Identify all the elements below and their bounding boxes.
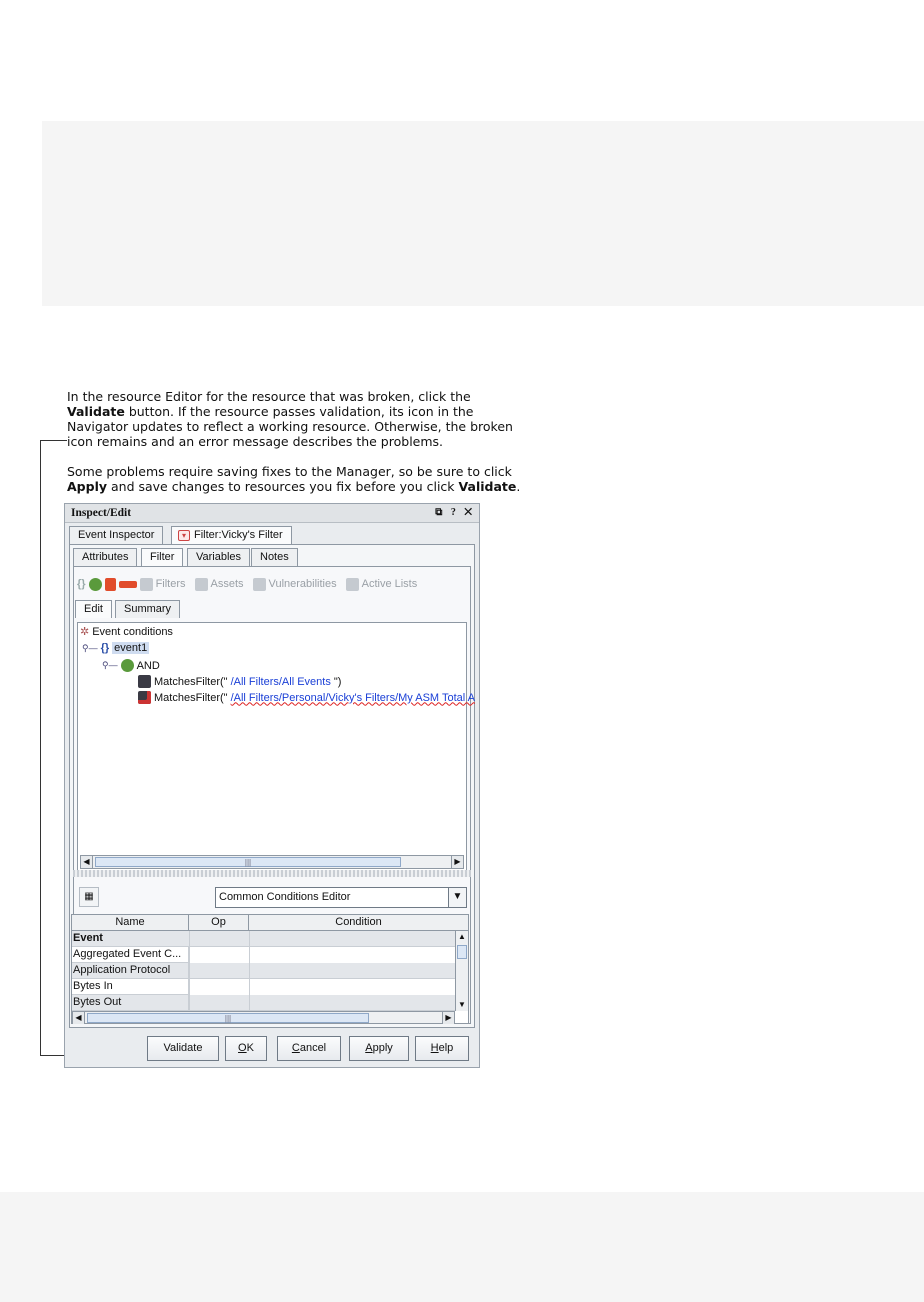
active-lists-icon[interactable] [345, 577, 359, 591]
bottom-gray-band [0, 1192, 924, 1302]
grid-header-condition[interactable]: Condition [249, 915, 468, 931]
chevron-down-icon[interactable]: ▼ [448, 888, 466, 907]
toolbar-vulnerabilities[interactable]: Vulnerabilities [269, 578, 337, 590]
conditions-editor-select[interactable]: Common Conditions Editor ▼ [215, 887, 467, 908]
conditions-grid: Name Op Condition Event Aggregated Event… [71, 914, 469, 1024]
grid-row-bg [189, 963, 455, 979]
help-button[interactable]: Help [415, 1036, 469, 1061]
curly-braces-icon: {} [100, 642, 110, 654]
grid-row-aggregated[interactable]: Aggregated Event C... [72, 947, 189, 963]
conditions-tree: ✲ Event conditions ⚲— {} event1 ⚲— AND M… [77, 622, 475, 872]
tab-variables[interactable]: Variables [187, 548, 251, 566]
conditions-editor-icon[interactable]: ▦ [79, 887, 99, 907]
apply-button[interactable]: Apply [349, 1036, 409, 1061]
callout-text: In the resource Editor for the resource … [67, 389, 527, 509]
grid-vertical-scrollbar[interactable]: ▲ ▼ [455, 931, 468, 1011]
scroll-thumb[interactable] [457, 945, 467, 959]
filter-icon: ▾ [178, 530, 190, 541]
scroll-left-icon[interactable]: ◀ [73, 1012, 85, 1024]
tab-event-inspector[interactable]: Event Inspector [69, 526, 164, 544]
tab-vickys-filter[interactable]: ▾ Filter:Vicky's Filter [171, 526, 292, 544]
tab-notes[interactable]: Notes [251, 548, 298, 566]
tab-edit[interactable]: Edit [75, 600, 112, 618]
not-icon[interactable] [118, 580, 137, 588]
filter-toolbar: {} Filters Assets Vulnerabilities Active… [77, 572, 467, 596]
tree-toggle-icon[interactable]: ⚲— [102, 660, 118, 671]
grid-row-bg [189, 995, 455, 1011]
validate-button[interactable]: Validate [147, 1036, 219, 1061]
grid-row-bytes-out[interactable]: Bytes Out [72, 995, 189, 1011]
grid-row-application-protocol[interactable]: Application Protocol [72, 963, 189, 979]
scroll-down-icon[interactable]: ▼ [456, 999, 468, 1011]
cancel-button[interactable]: Cancel [277, 1036, 341, 1061]
tree-toggle-icon[interactable]: ⚲— [82, 643, 98, 654]
assets-icon[interactable] [194, 577, 208, 591]
tree-horizontal-scrollbar[interactable]: ◀ ||| ▶ [80, 855, 464, 869]
curly-braces-icon[interactable]: {} [77, 578, 86, 590]
tab-filter[interactable]: Filter [141, 548, 184, 566]
vulnerabilities-icon[interactable] [252, 577, 266, 591]
callout-paragraph-2: Some problems require saving fixes to th… [67, 464, 521, 494]
grid-header-name[interactable]: Name [72, 915, 189, 931]
grid-horizontal-scrollbar[interactable]: ◀ ||| ▶ [72, 1011, 455, 1024]
or-icon[interactable] [104, 577, 116, 591]
scroll-right-icon[interactable]: ▶ [442, 1012, 454, 1024]
broken-filter-icon [138, 691, 151, 704]
event-conditions-icon: ✲ [80, 626, 90, 638]
grid-row-event[interactable]: Event [72, 931, 455, 947]
scroll-up-icon[interactable]: ▲ [456, 931, 468, 943]
pane-splitter[interactable] [73, 870, 471, 877]
tree-matches-filter-1[interactable]: MatchesFilter("/All Filters/All Events ") [138, 675, 341, 688]
top-gray-band [42, 121, 924, 306]
toolbar-assets[interactable]: Assets [211, 578, 244, 590]
scroll-left-icon[interactable]: ◀ [81, 856, 93, 868]
tab-attributes[interactable]: Attributes [73, 548, 138, 566]
grid-header-op[interactable]: Op [189, 915, 249, 931]
grid-col-divider [249, 931, 250, 1011]
inspect-edit-window: Inspect/Edit ⧉ ? ✕ Event Inspector ▾ Fil… [64, 503, 480, 1068]
filters-icon[interactable] [139, 577, 153, 591]
ok-button[interactable]: OK [225, 1036, 267, 1061]
tree-event1[interactable]: ⚲— {} event1 [82, 642, 150, 654]
scroll-thumb[interactable]: ||| [95, 857, 401, 867]
and-icon [120, 659, 134, 672]
window-controls-icon[interactable]: ⧉ ? ✕ [435, 507, 475, 518]
scroll-right-icon[interactable]: ▶ [451, 856, 463, 868]
window-title: Inspect/Edit ⧉ ? ✕ [65, 504, 479, 523]
grid-col-divider [189, 931, 190, 1011]
toolbar-filters[interactable]: Filters [156, 578, 186, 590]
callout-paragraph-1: In the resource Editor for the resource … [67, 389, 513, 449]
callout-bracket [40, 440, 67, 1056]
tree-matches-filter-2[interactable]: MatchesFilter("/All Filters/Personal/Vic… [138, 691, 475, 704]
tree-and[interactable]: ⚲— AND [102, 659, 160, 672]
grid-row-bytes-in[interactable]: Bytes In [72, 979, 189, 995]
tab-summary[interactable]: Summary [115, 600, 181, 618]
tree-root[interactable]: ✲ Event conditions [80, 625, 173, 639]
scroll-thumb[interactable]: ||| [87, 1013, 369, 1023]
toolbar-active-lists[interactable]: Active Lists [362, 578, 418, 590]
filter-resource-icon [138, 675, 151, 688]
and-icon[interactable] [88, 577, 102, 591]
